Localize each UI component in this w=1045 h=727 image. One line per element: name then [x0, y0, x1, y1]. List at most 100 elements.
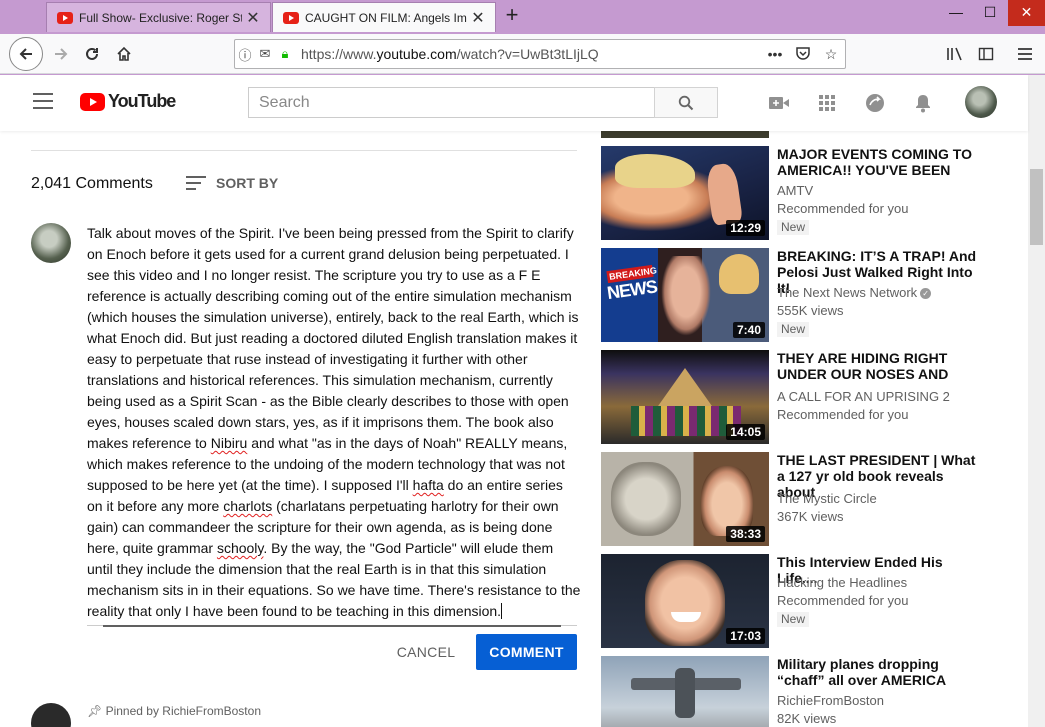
reload-icon [86, 47, 98, 60]
cancel-button[interactable]: CANCEL [386, 634, 466, 670]
search-button[interactable] [654, 87, 718, 118]
thumb-hair-shape [719, 254, 759, 294]
minimize-button[interactable]: — [939, 0, 973, 26]
tab-title: Full Show- Exclusive: Roger Sto [79, 10, 242, 25]
commenter-avatar[interactable] [31, 223, 71, 263]
tab-roger-stone[interactable]: Full Show- Exclusive: Roger Sto ✕ [46, 2, 271, 32]
home-button[interactable] [108, 38, 140, 70]
video-meta: Recommended for you [777, 593, 909, 608]
youtube-header: YouTube Search [0, 75, 1028, 131]
youtube-favicon-icon [57, 11, 73, 24]
thumb-breaking-news: BREAKING NEWS [605, 264, 659, 304]
new-tab-button[interactable]: + [500, 4, 524, 28]
info-icon[interactable]: ⓘ [235, 45, 255, 64]
notifications-bell-icon[interactable] [911, 91, 935, 115]
apps-grid-icon[interactable] [815, 91, 839, 115]
video-meta: Recommended for you [777, 201, 909, 216]
recommended-video[interactable]: Military planes dropping “chaff” all ove… [601, 656, 1001, 727]
verified-check-icon: ✓ [920, 288, 932, 300]
video-meta: Recommended for you [777, 407, 909, 422]
new-badge: New [777, 612, 810, 627]
channel-name[interactable]: A CALL FOR AN UPRISING 2 [777, 388, 950, 406]
guide-menu-icon[interactable] [33, 93, 53, 109]
sort-by-label: SORT BY [216, 175, 279, 191]
search-input[interactable]: Search [248, 87, 655, 118]
pinned-comment-avatar[interactable] [31, 703, 71, 727]
new-badge: New [777, 322, 810, 337]
account-avatar[interactable] [965, 86, 997, 118]
tab-caught-on-film[interactable]: CAUGHT ON FILM: Angels Imp ✕ [272, 2, 496, 32]
address-bar[interactable]: ⓘ ✉ 🔒︎ https://www.youtube.com/watch?v=U… [234, 39, 846, 69]
video-thumbnail[interactable]: 14:05 [601, 350, 769, 444]
sort-by-button[interactable]: SORT BY [186, 175, 278, 191]
close-tab-icon[interactable]: ✕ [471, 8, 485, 28]
page-scrollbar[interactable] [1028, 75, 1045, 727]
recommended-video[interactable]: 14:05 THEY ARE HIDING RIGHT UNDER OUR NO… [601, 350, 1001, 445]
previous-thumbnail-edge[interactable] [601, 130, 769, 138]
search-icon [678, 95, 694, 110]
recommended-video[interactable]: BREAKING NEWS 7:40 BREAKING: IT’S A TRAP… [601, 248, 1001, 343]
logo-text: YouTube [108, 91, 176, 111]
sort-icon [186, 176, 206, 190]
video-title[interactable]: THEY ARE HIDING RIGHT UNDER OUR NOSES AN… [777, 350, 982, 382]
youtube-favicon-icon [283, 11, 299, 24]
video-title[interactable]: Military planes dropping “chaff” all ove… [777, 656, 982, 688]
video-meta: 367K views [777, 509, 844, 524]
navigation-toolbar: ⓘ ✉ 🔒︎ https://www.youtube.com/watch?v=U… [0, 34, 1045, 74]
home-icon [117, 46, 131, 61]
recommended-video[interactable]: 38:33 THE LAST PRESIDENT | What a 127 yr… [601, 452, 1001, 547]
video-thumbnail[interactable]: 38:33 [601, 452, 769, 546]
url-text[interactable]: https://www.youtube.com/watch?v=UwBt3tLI… [295, 46, 761, 62]
video-duration: 38:33 [726, 526, 765, 542]
forward-button[interactable] [45, 38, 77, 70]
comment-draft-input[interactable]: Talk about moves of the Spirit. I've bee… [87, 223, 582, 622]
thumb-face-shape [661, 256, 711, 336]
sidebar-toggle-icon[interactable] [970, 38, 1002, 70]
channel-name[interactable]: The Next News Network ✓ [777, 284, 932, 302]
bookmark-star-icon[interactable]: ☆ [817, 46, 845, 63]
video-thumbnail[interactable]: 12:29 [601, 146, 769, 240]
library-icon[interactable] [939, 38, 971, 70]
channel-name[interactable]: The Mystic Circle [777, 490, 877, 508]
lock-icon[interactable]: 🔒︎ [275, 46, 295, 62]
channel-name[interactable]: AMTV [777, 182, 813, 200]
video-duration: 17:03 [726, 628, 765, 644]
back-button[interactable] [9, 37, 43, 71]
comments-count: 2,041 Comments [31, 175, 153, 192]
video-thumbnail[interactable] [601, 656, 769, 727]
share-messages-icon[interactable] [863, 91, 887, 115]
browser-window: Full Show- Exclusive: Roger Sto ✕ CAUGHT… [0, 0, 1045, 727]
permissions-icon[interactable]: ✉ [255, 46, 275, 62]
recommended-video[interactable]: 17:03 This Interview Ended His Life.... … [601, 554, 1001, 649]
recommended-video[interactable]: 12:29 MAJOR EVENTS COMING TO AMERICA!! Y… [601, 146, 1001, 241]
divider [31, 150, 577, 151]
youtube-page: YouTube Search 2,041 Comments SORT BY Ta… [0, 75, 1045, 727]
hamburger-menu-icon[interactable] [1009, 38, 1041, 70]
video-duration: 7:40 [732, 322, 765, 338]
video-meta: 555K views [777, 303, 844, 318]
video-duration: 14:05 [726, 424, 765, 440]
scrollbar-thumb[interactable] [1030, 169, 1043, 245]
thumb-face-shape [645, 560, 725, 646]
page-actions-icon[interactable]: ••• [761, 46, 789, 62]
video-thumbnail[interactable]: BREAKING NEWS 7:40 [601, 248, 769, 342]
create-video-icon[interactable] [767, 91, 791, 115]
thumb-hair-shape [615, 154, 695, 188]
thumb-plane-body-shape [675, 668, 695, 718]
thumb-figures-shape [631, 406, 741, 436]
input-focus-underline [103, 625, 561, 627]
youtube-logo[interactable]: YouTube [80, 91, 176, 112]
reload-button[interactable] [76, 38, 108, 70]
tab-title: CAUGHT ON FILM: Angels Imp [305, 10, 467, 25]
thumb-hand-shape [704, 162, 744, 226]
close-tab-icon[interactable]: ✕ [246, 8, 260, 28]
video-duration: 12:29 [726, 220, 765, 236]
channel-name[interactable]: RichieFromBoston [777, 692, 884, 710]
comment-submit-button[interactable]: COMMENT [476, 634, 577, 670]
channel-name[interactable]: Hacking the Headlines [777, 574, 907, 592]
video-title[interactable]: MAJOR EVENTS COMING TO AMERICA!! YOU'VE … [777, 146, 982, 178]
video-thumbnail[interactable]: 17:03 [601, 554, 769, 648]
window-close-button[interactable]: ✕ [1008, 0, 1045, 26]
maximize-button[interactable]: ☐ [973, 0, 1007, 26]
pocket-icon[interactable] [789, 46, 817, 63]
